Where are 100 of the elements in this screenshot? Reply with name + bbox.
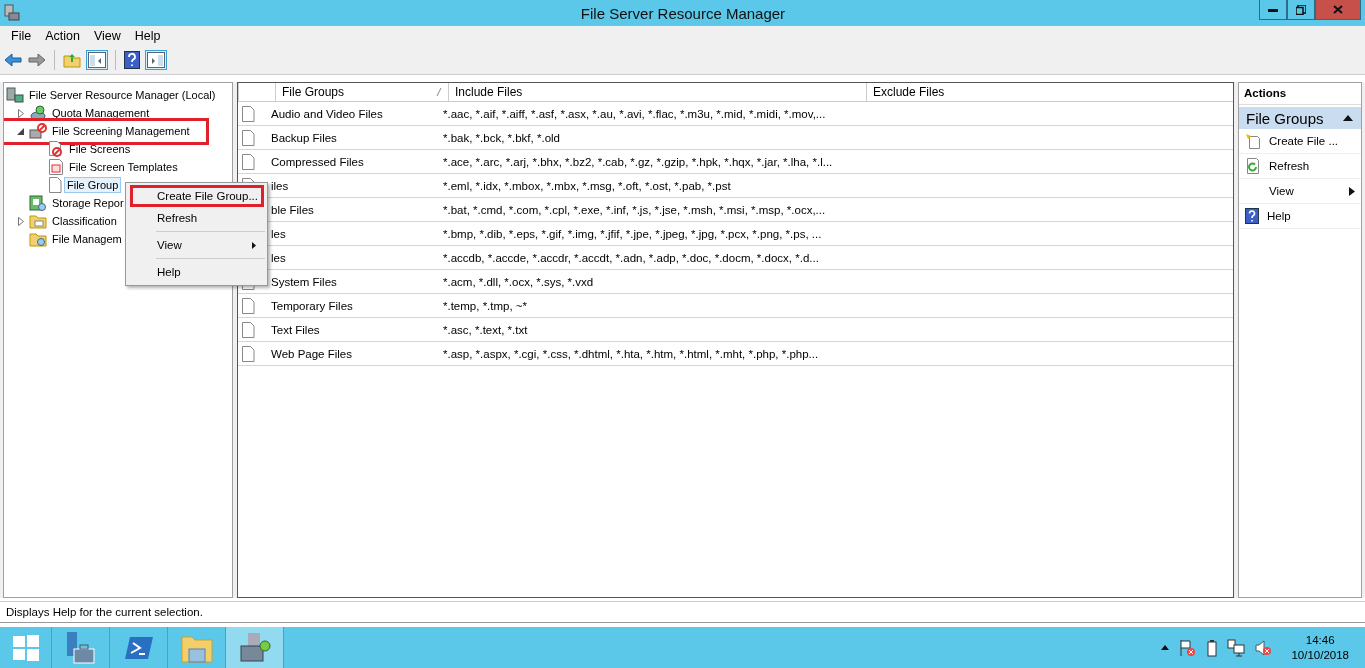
sort-icon xyxy=(436,88,442,96)
blocked-drive-icon xyxy=(29,123,47,139)
table-cell-text: *.bak, *.bck, *.bkf, *.old xyxy=(442,131,561,144)
menu-item[interactable]: Help xyxy=(127,29,168,43)
document-icon xyxy=(241,297,255,314)
table-cell-text: ble Files xyxy=(270,203,315,216)
table-cell-text: Backup Files xyxy=(270,131,338,144)
action-link[interactable]: Create File ... xyxy=(1269,135,1361,147)
server-icon xyxy=(6,87,24,103)
status-text: Displays Help for the current selection. xyxy=(6,606,203,618)
menu-item[interactable]: Action xyxy=(38,29,87,43)
disk-icon xyxy=(29,105,47,121)
terminal-icon xyxy=(123,634,154,661)
tree-item[interactable]: File Managem xyxy=(50,232,124,246)
server-toolbox-icon xyxy=(64,630,97,665)
help-button[interactable] xyxy=(123,50,141,70)
column-header[interactable]: Include Files xyxy=(448,83,866,101)
minimize-button[interactable] xyxy=(1259,0,1287,20)
restore-button[interactable] xyxy=(1287,0,1315,20)
pane-title: Actions xyxy=(1239,83,1361,105)
document-icon xyxy=(241,153,255,170)
minimize-icon xyxy=(1268,7,1278,12)
table-cell-text: *.eml, *.idx, *.mbox, *.mbx, *.msg, *.oft, *.ost, *.pab, *.pst xyxy=(442,179,732,192)
menu-item[interactable]: Create File Group... xyxy=(130,185,264,207)
new-document-icon xyxy=(1245,133,1261,149)
menu-item[interactable]: File xyxy=(4,29,39,43)
forward-button[interactable] xyxy=(27,52,47,68)
help-icon xyxy=(1245,208,1259,224)
document-icon xyxy=(241,129,255,146)
action-link[interactable]: View xyxy=(1269,185,1341,197)
back-button[interactable] xyxy=(3,52,23,68)
up-folder-button[interactable] xyxy=(62,51,82,69)
windows-logo-icon xyxy=(11,633,40,662)
taskbar-app[interactable] xyxy=(226,627,284,668)
report-icon xyxy=(29,195,47,211)
expand-icon[interactable] xyxy=(17,216,24,226)
muted-speaker-icon[interactable] xyxy=(1255,638,1274,657)
show-action-pane-button[interactable] xyxy=(145,50,167,70)
server-toolbox-icon xyxy=(237,631,272,664)
menu-item[interactable]: View xyxy=(130,234,264,256)
tree-item[interactable]: File Screen Templates xyxy=(67,160,180,174)
collapse-icon[interactable] xyxy=(1343,115,1353,121)
table-cell-text: *.asc, *.text, *.txt xyxy=(442,323,529,336)
document-icon xyxy=(48,177,62,193)
submenu-arrow-icon xyxy=(252,241,256,249)
table-cell-text: les xyxy=(270,227,287,240)
table-cell-text: Temporary Files xyxy=(270,299,354,312)
column-header[interactable]: File Groups xyxy=(275,83,448,101)
show-hidden-icons[interactable] xyxy=(1161,645,1170,650)
tree-item[interactable]: Storage Repor xyxy=(50,196,126,210)
expand-icon[interactable] xyxy=(17,108,24,118)
table-cell-text: Compressed Files xyxy=(270,155,365,168)
table-cell-text: Text Files xyxy=(270,323,321,336)
tree-item[interactable]: Quota Management xyxy=(50,106,152,120)
table-cell-text: iles xyxy=(270,179,290,192)
tree-item[interactable]: File Server Resource Manager (Local) xyxy=(27,88,218,102)
tree-item[interactable]: File Group xyxy=(65,178,121,192)
folder-icon xyxy=(29,231,47,247)
menu-item[interactable]: View xyxy=(86,29,128,43)
document-icon xyxy=(241,345,255,362)
table-cell-text: les xyxy=(270,251,287,264)
action-link[interactable]: Help xyxy=(1267,210,1361,222)
restore-icon xyxy=(1296,4,1306,15)
table-cell-text: Web Page Files xyxy=(270,347,353,360)
table-cell-text: Audio and Video Files xyxy=(270,107,384,120)
submenu-arrow-icon xyxy=(1349,186,1355,196)
table-cell-text: *.temp, *.tmp, ~* xyxy=(442,299,529,312)
table-cell-text: *.bat, *.cmd, *.com, *.cpl, *.exe, *.inf, *.js, *.jse, *.msh, *.msi, *.msp, *.ocx,... xyxy=(442,203,827,216)
action-link[interactable]: Refresh xyxy=(1269,160,1361,172)
refresh-icon xyxy=(1245,158,1261,174)
folder-icon xyxy=(29,213,47,229)
show-tree-button[interactable] xyxy=(86,50,108,70)
section-header[interactable]: File Groups xyxy=(1239,107,1361,129)
clock-time[interactable]: 14:46 xyxy=(1305,632,1335,648)
table-cell-text: System Files xyxy=(270,275,338,288)
network-icon[interactable] xyxy=(1227,638,1246,657)
table-cell-text: *.accdb, *.accde, *.accdr, *.accdt, *.adn, *.adp, *.doc, *.docm, *.docx, *.d... xyxy=(442,251,820,264)
table-cell-text: *.aac, *.aif, *.aiff, *.asf, *.asx, *.au, *.avi, *.flac, *.m3u, *.mid, *.midi, *.mov,... xyxy=(442,107,827,120)
table-cell-text: *.acm, *.dll, *.ocx, *.sys, *.vxd xyxy=(442,275,595,288)
table-cell-text: *.bmp, *.dib, *.eps, *.gif, *.img, *.jfif, *.jpe, *.jpeg, *.jpg, *.pcx, *.png, *.ps, ... xyxy=(442,227,823,240)
close-button[interactable] xyxy=(1315,0,1361,20)
column-header[interactable]: Exclude Files xyxy=(866,83,1233,101)
tree-item[interactable]: File Screens xyxy=(67,142,133,156)
document-icon xyxy=(241,321,255,338)
server-icon xyxy=(3,4,21,22)
template-icon xyxy=(48,159,64,175)
collapse-icon[interactable] xyxy=(17,127,24,135)
flag-icon[interactable] xyxy=(1179,638,1198,657)
table-cell-text: *.ace, *.arc, *.arj, *.bhx, *.bz2, *.cab, *.gz, *.gzip, *.hpk, *.hqx, *.jar, *.lha, *.l... xyxy=(442,155,834,168)
tree-item[interactable]: File Screening Management xyxy=(50,124,192,138)
menu-item[interactable]: Help xyxy=(130,261,264,283)
table-cell-text: *.asp, *.aspx, *.cgi, *.css, *.dhtml, *.hta, *.htm, *.html, *.mht, *.php, *.php... xyxy=(442,347,820,360)
menu-item[interactable]: Refresh xyxy=(130,207,264,229)
close-icon xyxy=(1333,5,1343,14)
clock-date[interactable]: 10/10/2018 xyxy=(1291,647,1349,663)
battery-icon[interactable] xyxy=(1207,638,1218,657)
blocked-document-icon xyxy=(48,141,64,157)
window-title: File Server Resource Manager xyxy=(579,4,787,22)
tree-item[interactable]: Classification xyxy=(50,214,119,228)
document-icon xyxy=(241,105,255,122)
